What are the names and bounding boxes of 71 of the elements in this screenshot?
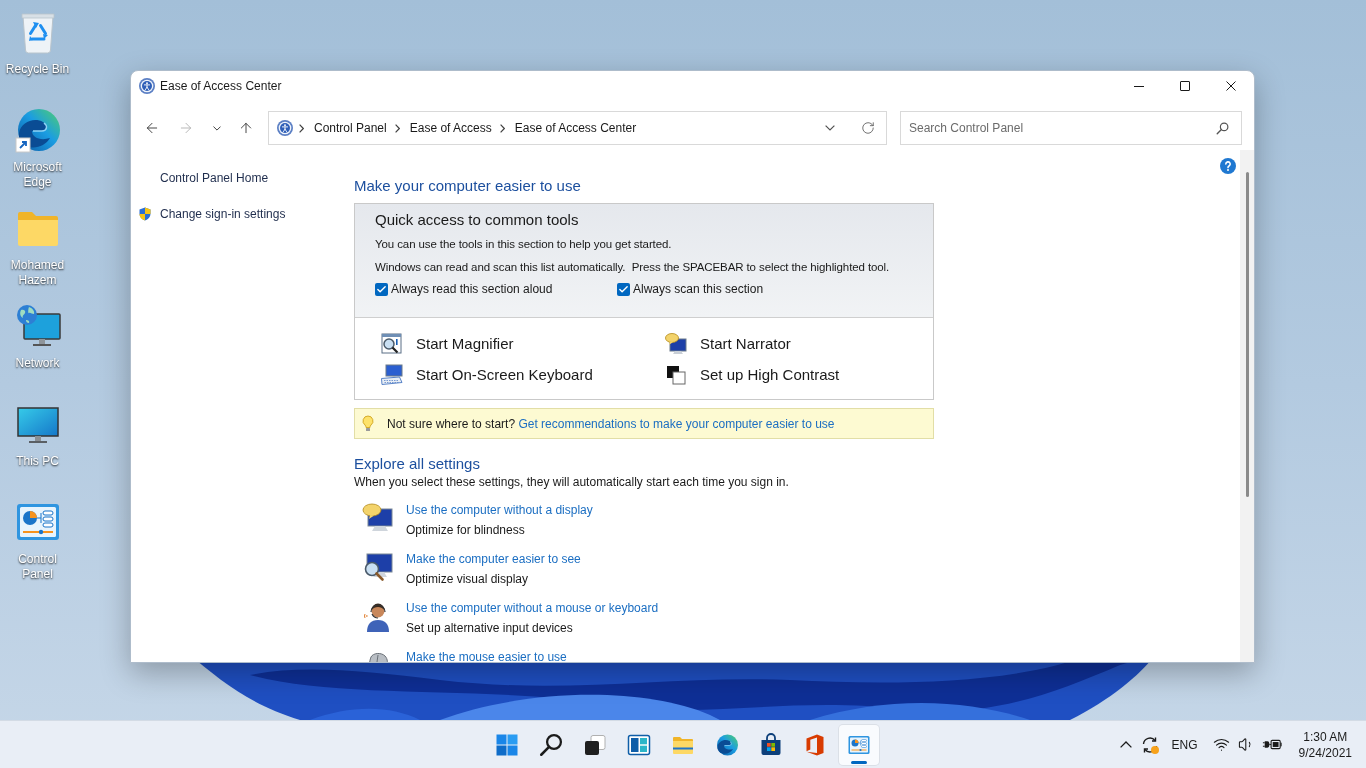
arrow-up-icon (238, 120, 254, 136)
checkmark-icon (618, 283, 629, 295)
speech-bubble-monitor-icon (664, 332, 688, 356)
panel-text: Windows can read and scan this list automatically. Press the SPACEBAR to select the highlighted tool. (375, 260, 891, 275)
chevron-right-icon[interactable] (394, 123, 400, 133)
section-heading: Make your computer easier to use (354, 176, 582, 196)
settings-description: Set up alternative input devices (406, 620, 573, 637)
settings-description: Optimize visual display (406, 571, 529, 588)
sidebar-link[interactable]: Change sign-in settings (138, 206, 286, 222)
clock-date[interactable]: 9/24/2021 (1298, 744, 1352, 761)
window-title: Ease of Access Center (160, 78, 282, 95)
browser-shortcut-icon (13, 106, 62, 154)
checkbox[interactable] (617, 282, 630, 296)
lightbulb-icon (362, 414, 374, 433)
panel-text: You can use the tools in this section to help you get started. (375, 237, 673, 252)
checkmark-icon (376, 283, 387, 295)
overlapping-squares-icon (583, 732, 607, 757)
minimize-icon (1134, 85, 1144, 87)
shopping-bag-icon (759, 732, 783, 757)
settings-description: Optimize for blindness (406, 522, 525, 539)
chevron-right-icon[interactable] (299, 123, 304, 133)
checkbox-label: Always read this section aloud (391, 281, 553, 297)
search-icon (539, 732, 563, 757)
battery-icon[interactable] (1261, 737, 1282, 752)
chevron-up-icon (1119, 741, 1132, 748)
search-icon[interactable] (1216, 122, 1229, 135)
breadcrumb[interactable]: Ease of Access Center (512, 119, 639, 137)
tool-link[interactable]: Set up High Contrast (664, 363, 840, 387)
tool-link[interactable]: Start Narrator (664, 332, 791, 356)
chevron-down-icon (213, 125, 221, 131)
language-indicator[interactable]: ENG (1171, 735, 1198, 754)
shield-icon (138, 207, 152, 221)
keyboard-monitor-icon (380, 363, 404, 387)
settings-link[interactable]: Use the computer without a display (406, 501, 593, 519)
accessibility-icon (277, 120, 293, 136)
settings-link[interactable]: Make the computer easier to see (406, 550, 581, 568)
breadcrumb[interactable]: Control Panel (312, 119, 389, 137)
magnifier-monitor-icon (362, 551, 394, 583)
accessibility-icon (139, 78, 155, 94)
magnifier-window-icon (380, 332, 404, 356)
breadcrumb[interactable]: Ease of Access (407, 119, 494, 137)
panels-icon (627, 732, 651, 757)
tool-link[interactable]: Start On-Screen Keyboard (380, 363, 593, 387)
browser-logo-icon (715, 732, 739, 757)
tool-link[interactable]: Start Magnifier (380, 332, 514, 356)
checkbox[interactable] (375, 282, 388, 296)
panel-title: Quick access to common tools (375, 210, 580, 230)
settings-link[interactable]: Make the mouse easier to use (406, 648, 567, 662)
address-bar[interactable]: Control Panel Ease of Access Ease of Access Center (268, 111, 887, 145)
settings-link[interactable]: Use the computer without a mouse or keyboard (406, 599, 659, 617)
maximize-icon (1180, 81, 1190, 91)
sidebar-link[interactable]: Control Panel Home (160, 170, 269, 186)
scrollbar-thumb[interactable] (1245, 172, 1249, 497)
section-intro: When you select these settings, they will automatically start each time you sign in. (354, 474, 790, 490)
scrollbar[interactable] (1240, 150, 1254, 662)
section-heading: Explore all settings (354, 454, 481, 474)
chevron-right-icon[interactable] (499, 123, 505, 133)
refresh-icon[interactable] (861, 121, 875, 135)
tip-text: Not sure where to start? Get recommendations to make your computer easier to use (387, 415, 835, 433)
checkbox-label: Always scan this section (633, 281, 764, 297)
chevron-down-icon[interactable] (825, 125, 835, 131)
search-field[interactable]: Search Control Panel (900, 111, 1242, 145)
overlapping-squares-icon (664, 363, 688, 387)
clock-time[interactable]: 1:30 AM (1303, 728, 1348, 745)
help-icon[interactable] (1220, 158, 1236, 174)
close-icon (1226, 81, 1236, 91)
recommendations-link[interactable]: Get recommendations to make your computer easier to use (518, 416, 835, 431)
speech-bubble-monitor-icon (362, 502, 394, 534)
wifi-icon[interactable] (1212, 736, 1230, 753)
four-panes-icon (495, 732, 519, 757)
active-indicator-icon (851, 760, 867, 764)
